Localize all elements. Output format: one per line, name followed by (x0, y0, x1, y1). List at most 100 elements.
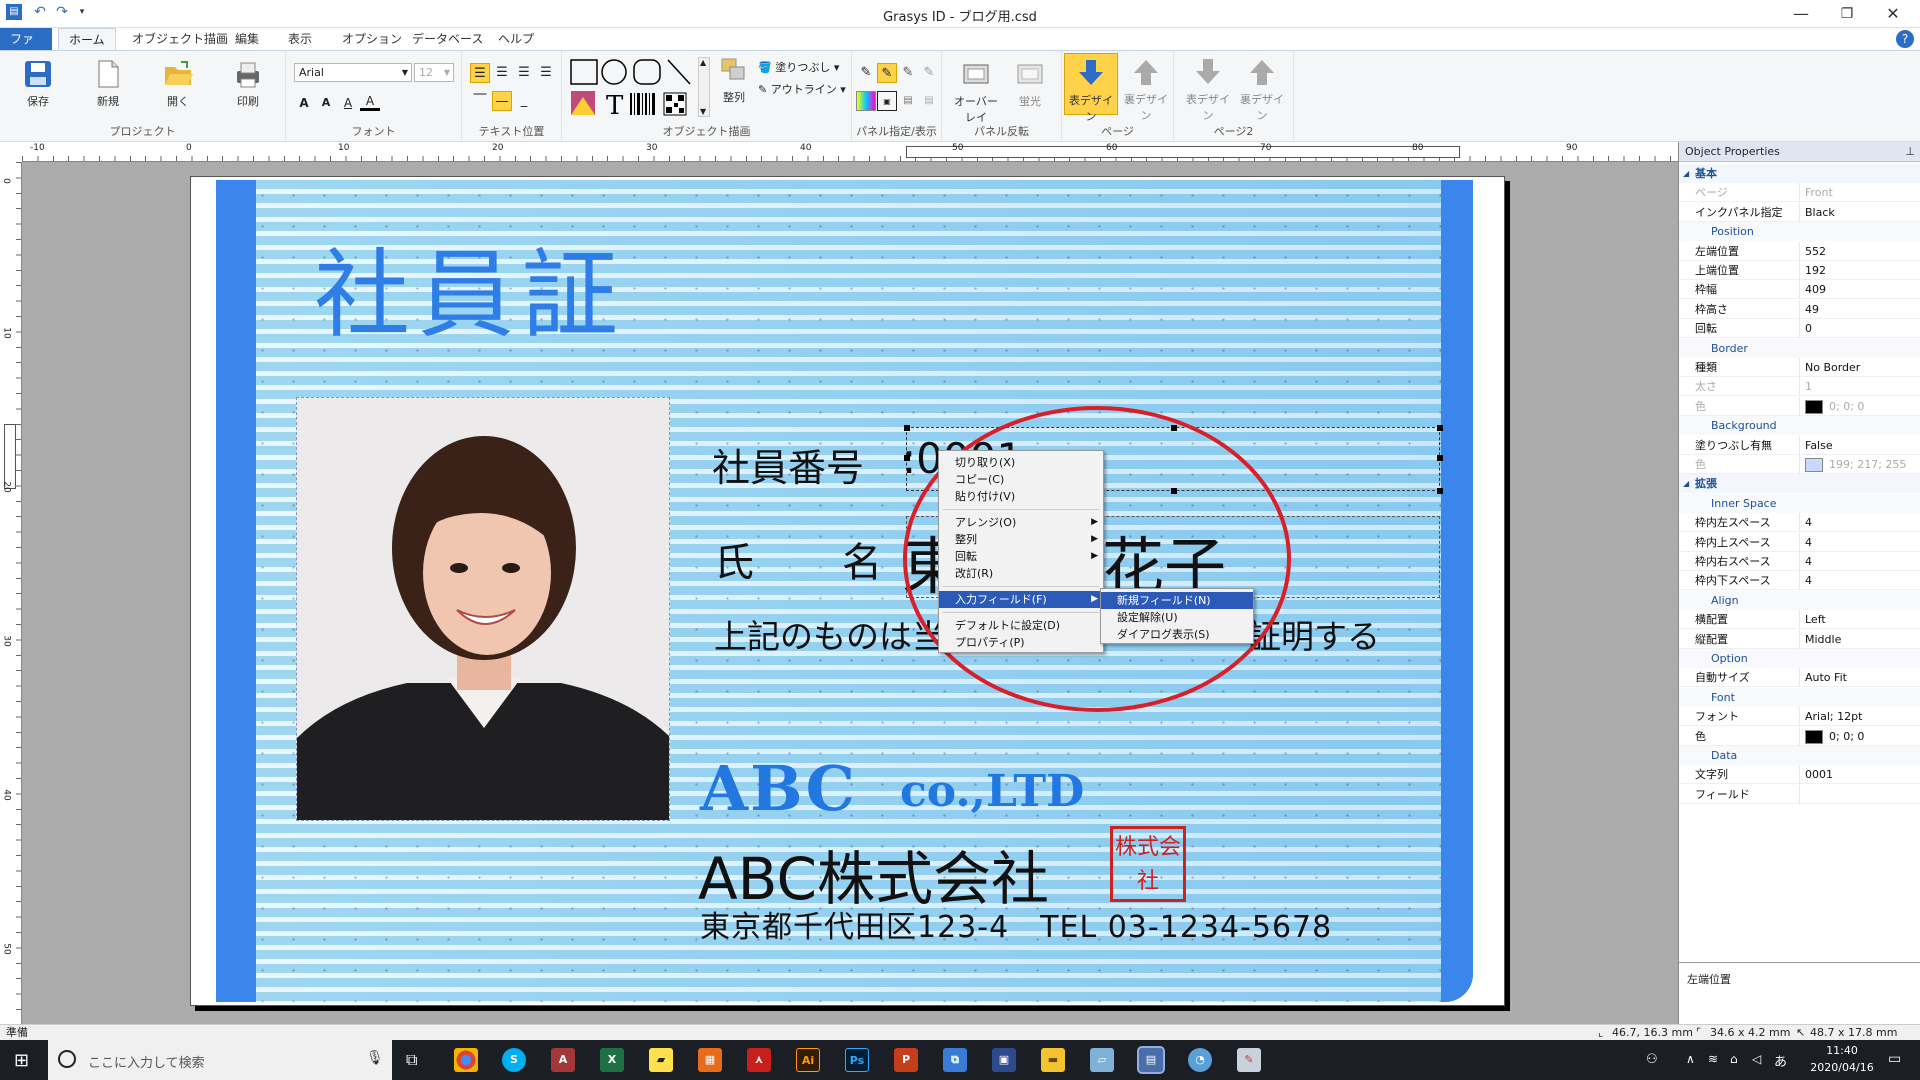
menu-rotate[interactable]: 回転 ▶ (939, 548, 1103, 565)
property-row[interactable]: 横配置 Left (1679, 610, 1920, 630)
menu-input-field[interactable]: 入力フィールド(F) ▶ (939, 591, 1103, 608)
font-shrink-icon[interactable]: A (316, 93, 336, 113)
property-row[interactable]: 色 0; 0; 0 (1679, 726, 1920, 746)
windows-start-icon[interactable]: ⊞ (14, 1050, 29, 1071)
font-style-icon[interactable]: A (338, 93, 358, 113)
menu-properties[interactable]: プロパティ(P) (939, 634, 1103, 651)
network-icon[interactable]: ⧉ (943, 1048, 967, 1072)
maximize-button[interactable]: ❐ (1824, 0, 1870, 28)
logo-abc[interactable]: ABC (700, 752, 857, 825)
property-row[interactable]: 種類 No Border (1679, 358, 1920, 377)
overlay-button[interactable]: オーバーレイ (950, 59, 1002, 125)
print-button[interactable]: 印刷 (226, 59, 270, 109)
network-tray-icon[interactable]: ⌂ (1730, 1052, 1738, 1066)
powerpoint-icon[interactable]: P (894, 1048, 918, 1072)
app-globe-icon[interactable]: ◔ (1188, 1048, 1212, 1072)
office-icon[interactable]: ▦ (698, 1048, 722, 1072)
menu-cut[interactable]: 切り取り(X) (939, 454, 1103, 471)
tab-file[interactable]: ファイル (0, 28, 52, 68)
people-icon[interactable]: ⚇ (1646, 1052, 1658, 1067)
property-row[interactable]: 塗りつぶし有無 False (1679, 435, 1920, 455)
menu-arrange[interactable]: アレンジ(O) ▶ (939, 514, 1103, 531)
photo-frame[interactable] (296, 397, 670, 821)
pin-icon[interactable]: ⊥ (1905, 142, 1915, 162)
property-row[interactable]: 左端位置 552 (1679, 241, 1920, 261)
valign-middle-icon[interactable]: — (492, 91, 512, 111)
font-size-select[interactable]: 12 ▼ (414, 63, 454, 82)
app-paint-icon[interactable]: ✎ (1237, 1048, 1261, 1072)
company-address[interactable]: 東京都千代田区123-4 TEL 03-1234-5678 (700, 902, 1332, 946)
company-seal[interactable]: 株式会社 (1110, 826, 1186, 902)
property-row[interactable]: インクパネル指定 Black (1679, 202, 1920, 222)
menu-copy[interactable]: コピー(C) (939, 471, 1103, 488)
employee-number-label[interactable]: 社員番号 (712, 437, 864, 492)
property-row[interactable]: 枠内左スペース 4 (1679, 513, 1920, 533)
submenu-show-dialog[interactable]: ダイアログ表示(S) (1101, 626, 1253, 643)
tab-help[interactable]: ヘルプ (488, 28, 544, 50)
font-color-icon[interactable]: A (360, 93, 380, 111)
valign-top-icon[interactable]: ⎺ (470, 91, 490, 111)
property-row[interactable]: 枠内下スペース 4 (1679, 571, 1920, 591)
property-row[interactable]: 枠内上スペース 4 (1679, 532, 1920, 552)
fluorescent-button[interactable]: 蛍光 (1008, 59, 1052, 109)
property-row[interactable]: フォント Arial; 12pt (1679, 707, 1920, 727)
tab-object-draw[interactable]: オブジェクト描画 (122, 28, 238, 50)
app-card-icon[interactable]: ▱ (1090, 1048, 1114, 1072)
submenu-clear-setting[interactable]: 設定解除(U) (1101, 609, 1253, 626)
property-row[interactable]: 枠高さ 49 (1679, 299, 1920, 319)
save-button[interactable]: 保存 (16, 59, 60, 109)
resize-handle[interactable] (1437, 425, 1443, 431)
tab-view[interactable]: 表示 (278, 28, 322, 50)
menu-paste[interactable]: 貼り付け(V) (939, 488, 1103, 505)
menu-set-default[interactable]: デフォルトに設定(D) (939, 617, 1103, 634)
property-row[interactable]: フィールド (1679, 784, 1920, 804)
color-panel-icon[interactable] (856, 91, 876, 111)
shape-gallery-scroll[interactable]: ▲ ▼ (698, 57, 710, 117)
ime-indicator[interactable]: あ (1774, 1051, 1787, 1070)
scroll-up-icon[interactable]: ▲ (700, 58, 706, 67)
property-row[interactable]: 太さ 1 (1679, 377, 1920, 397)
property-row[interactable]: 色 0; 0; 0 (1679, 396, 1920, 416)
font-grow-icon[interactable]: A (294, 93, 314, 113)
collapse-icon[interactable]: ◢ (1683, 164, 1689, 183)
volume-icon[interactable]: ◁ (1752, 1052, 1761, 1066)
pen-gray-icon[interactable]: ✎ (898, 63, 918, 83)
property-row[interactable]: 枠幅 409 (1679, 280, 1920, 300)
align-justify-icon[interactable]: ☰ (536, 63, 556, 83)
property-row[interactable]: 自動サイズ Auto Fit (1679, 668, 1920, 688)
property-row[interactable]: 枠内右スペース 4 (1679, 552, 1920, 571)
tab-options[interactable]: オプション (332, 28, 412, 50)
property-row[interactable]: 縦配置 Middle (1679, 629, 1920, 649)
illustrator-icon[interactable]: Ai (796, 1048, 820, 1072)
submenu-new-field[interactable]: 新規フィールド(N) (1101, 592, 1253, 609)
align-left-icon[interactable]: ☰ (470, 63, 490, 83)
property-row[interactable]: ページ Front (1679, 183, 1920, 203)
panel-o-icon[interactable]: ▤ (898, 91, 918, 111)
back-design-button[interactable]: 裏デザイン (1120, 57, 1172, 123)
tab-home[interactable]: ホーム (58, 28, 116, 50)
open-button[interactable]: 開く (156, 59, 200, 109)
property-row[interactable]: 色 199; 217; 255 (1679, 455, 1920, 474)
resize-handle[interactable] (1437, 455, 1443, 461)
menu-align[interactable]: 整列 ▶ (939, 531, 1103, 548)
align-right-icon[interactable]: ☰ (514, 63, 534, 83)
outline-button[interactable]: ✎ アウトライン ▾ (758, 81, 846, 97)
name-label-2[interactable]: 名 (842, 530, 882, 588)
property-row[interactable]: 回転 0 (1679, 319, 1920, 339)
microphone-icon[interactable]: 🎙 (366, 1050, 384, 1066)
panel-f-icon[interactable]: ▤ (919, 91, 939, 111)
page2-back-design-button[interactable]: 裏デザイン (1236, 57, 1288, 123)
logo-co-ltd[interactable]: co.,LTD (900, 766, 1084, 817)
help-icon[interactable]: ? (1896, 30, 1914, 48)
pen-black-icon[interactable]: ✎ (856, 63, 876, 83)
sticky-notes-icon[interactable]: ▰ (649, 1048, 673, 1072)
align-objects-button[interactable]: 整列 (714, 57, 754, 105)
excel-icon[interactable]: X (600, 1048, 624, 1072)
card-title[interactable]: 社員証 (314, 240, 626, 350)
task-view-icon[interactable]: ⧉ (406, 1050, 417, 1070)
tray-chevron-icon[interactable]: ∧ (1686, 1052, 1695, 1066)
file-explorer-icon[interactable]: ▬ (1041, 1048, 1065, 1072)
pen-active-icon[interactable]: ✎ (877, 63, 897, 83)
scroll-down-icon[interactable]: ▼ (700, 107, 706, 116)
menu-revise[interactable]: 改訂(R) (939, 565, 1103, 582)
